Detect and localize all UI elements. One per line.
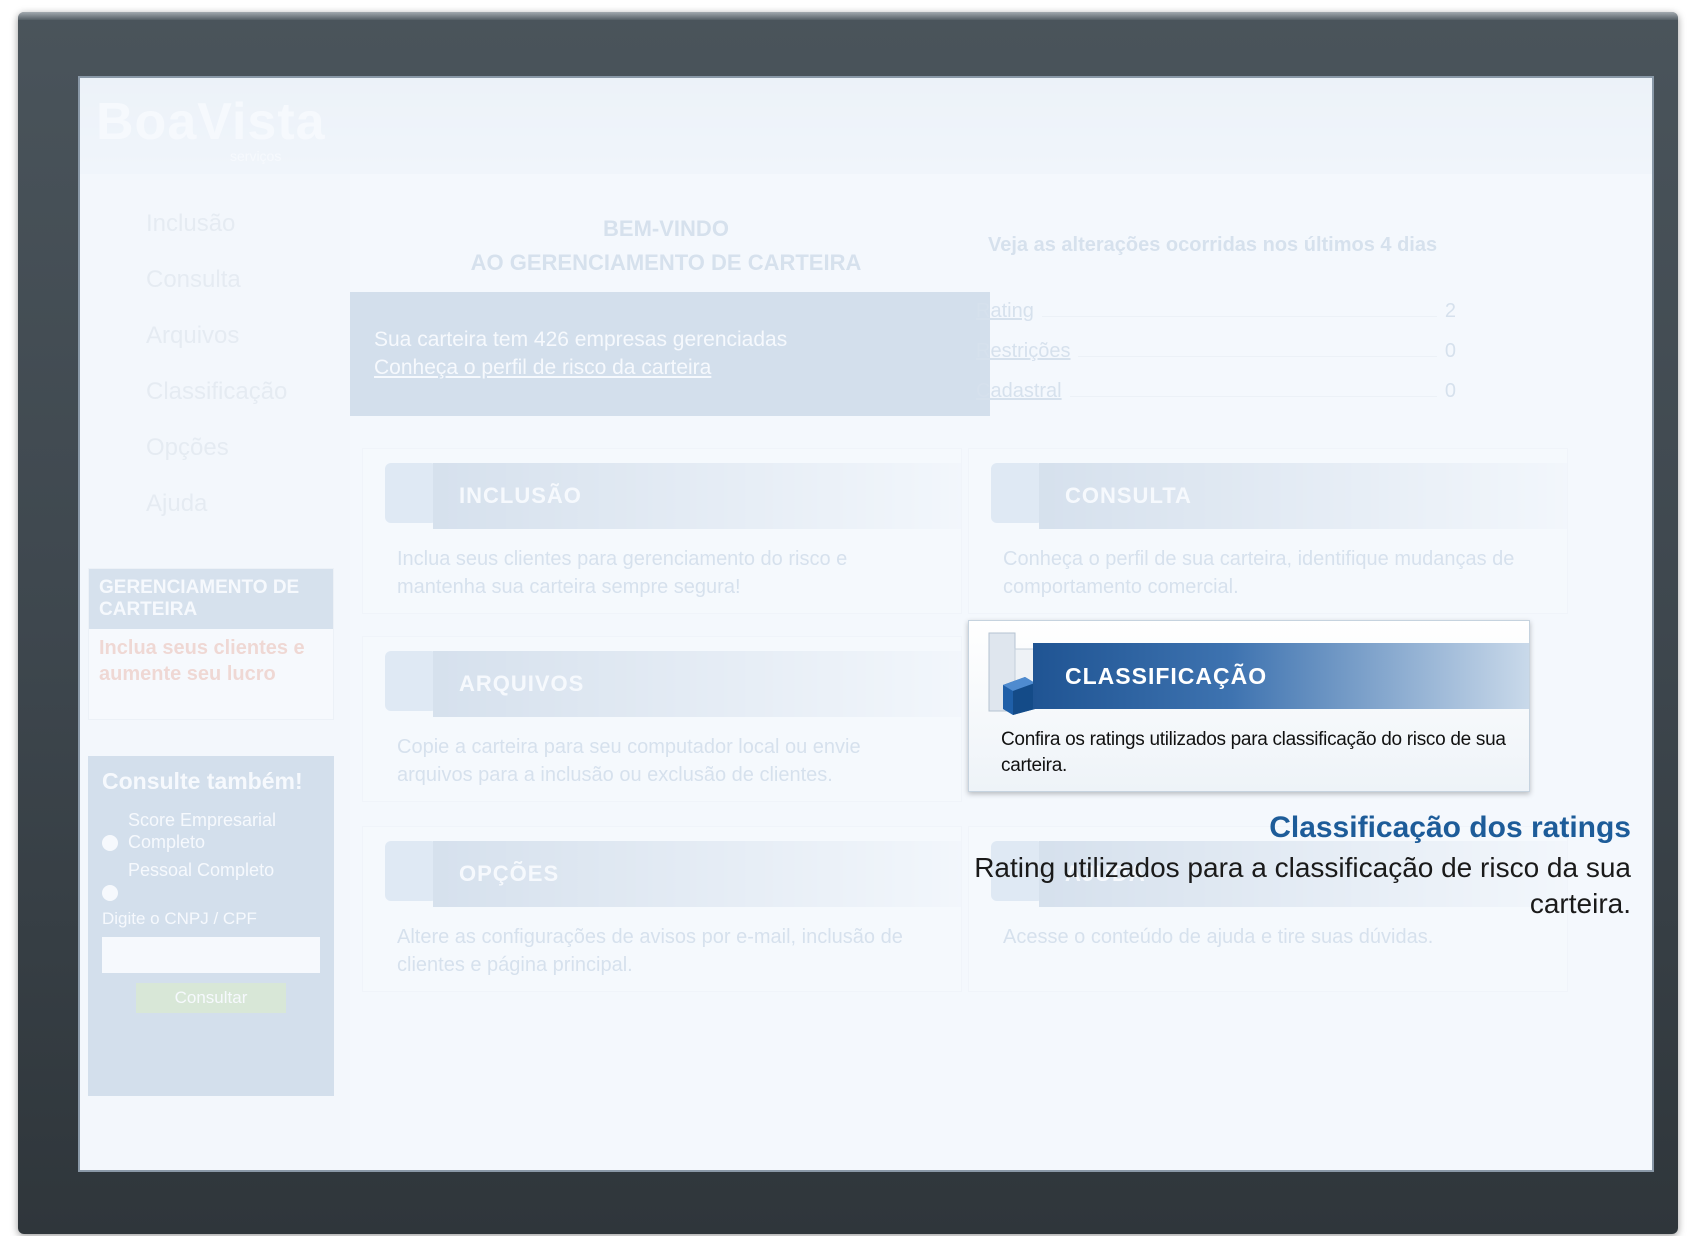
change-label[interactable]: Rating [976, 300, 1034, 323]
card-inclusao[interactable]: INCLUSÃO Inclua seus clientes para geren… [362, 448, 962, 614]
screen: BoaVista serviços Inclusão Consulta Arqu… [78, 76, 1654, 1172]
card-title: CLASSIFICAÇÃO [1033, 643, 1529, 709]
promo-box: GERENCIAMENTO DE CARTEIRA Inclua seus cl… [88, 568, 334, 720]
callout: Classificação dos ratings Rating utiliza… [941, 810, 1631, 922]
cnpj-label: Digite o CNPJ / CPF [102, 909, 257, 928]
card-text: Conheça o perfil de sua carteira, identi… [1003, 548, 1515, 598]
sidebar-item-opcoes[interactable]: Opções [146, 434, 229, 462]
welcome-line2: AO GERENCIAMENTO DE CARTEIRA [470, 250, 862, 275]
folder-icon [385, 651, 437, 711]
card-title: OPÇÕES [433, 841, 961, 907]
callout-title: Classificação dos ratings [1269, 811, 1631, 844]
arrow-icon [385, 463, 437, 523]
promo-title: GERENCIAMENTO DE CARTEIRA [89, 569, 333, 629]
consultar-button[interactable]: Consultar [136, 983, 286, 1013]
card-title: ARQUIVOS [433, 651, 961, 717]
risk-profile-link[interactable]: Conheça o perfil de risco da carteira [374, 356, 711, 379]
promo-text: Inclua seus clientes e aumente seu lucro [99, 637, 305, 685]
magnifier-icon [991, 463, 1043, 523]
welcome-box: Sua carteira tem 426 empresas gerenciada… [350, 292, 990, 416]
card-text: Inclua seus clientes para gerenciamento … [397, 548, 848, 598]
option-label: Pessoal Completo [128, 860, 275, 880]
card-arquivos[interactable]: ARQUIVOS Copie a carteira para seu compu… [362, 636, 962, 802]
change-row-restricoes[interactable]: Restrições 0 [976, 340, 1456, 363]
card-title: INCLUSÃO [433, 463, 961, 529]
change-count: 0 [1444, 340, 1456, 362]
cnpj-input[interactable] [102, 937, 320, 973]
radio-icon[interactable] [102, 885, 118, 901]
card-text: Acesse o conteúdo de ajuda e tire suas d… [1003, 926, 1434, 948]
sidebar-item-ajuda[interactable]: Ajuda [146, 490, 207, 518]
portfolio-count: Sua carteira tem 426 empresas gerenciada… [374, 328, 788, 351]
logo: BoaVista [96, 93, 326, 151]
card-text: Copie a carteira para seu computador loc… [397, 736, 861, 786]
sidebar-item-inclusao[interactable]: Inclusão [146, 210, 235, 238]
card-title: CONSULTA [1039, 463, 1567, 529]
option-score-empresarial[interactable]: Score Empresarial Completo [102, 809, 320, 853]
app-header: BoaVista serviços [80, 78, 1652, 174]
card-text: Confira os ratings utilizados para class… [1001, 729, 1506, 776]
logo-subtitle: serviços [230, 148, 282, 164]
frame-highlight [18, 12, 1678, 20]
tools-icon [385, 841, 437, 901]
welcome-line1: BEM-VINDO [603, 216, 729, 241]
change-row-cadastral[interactable]: Cadastral 0 [976, 380, 1456, 403]
card-consulta[interactable]: CONSULTA Conheça o perfil de sua carteir… [968, 448, 1568, 614]
change-count: 2 [1444, 300, 1456, 322]
option-label: Score Empresarial Completo [128, 810, 277, 852]
welcome-heading: BEM-VINDO AO GERENCIAMENTO DE CARTEIRA [386, 212, 946, 280]
sidebar-item-consulta[interactable]: Consulta [146, 266, 241, 294]
radio-icon[interactable] [102, 835, 118, 851]
sidebar-item-arquivos[interactable]: Arquivos [146, 322, 239, 350]
change-count: 0 [1444, 380, 1456, 402]
card-text: Altere as configurações de avisos por e-… [397, 926, 903, 976]
option-pessoal[interactable]: Pessoal Completo [102, 859, 320, 901]
card-classificacao[interactable]: CLASSIFICAÇÃO Confira os ratings utiliza… [968, 620, 1530, 792]
sidebar: Inclusão Consulta Arquivos Classificação… [80, 174, 350, 1170]
card-opcoes[interactable]: OPÇÕES Altere as configurações de avisos… [362, 826, 962, 992]
sidebar-item-classificacao[interactable]: Classificação [146, 378, 287, 406]
change-row-rating[interactable]: Rating 2 [976, 300, 1456, 323]
callout-description: Rating utilizados para a classificação d… [974, 852, 1631, 919]
change-label[interactable]: Restrições [976, 340, 1070, 363]
change-label[interactable]: Cadastral [976, 380, 1062, 403]
changes-title: Veja as alterações ocorridas nos últimos… [988, 234, 1438, 256]
consulte-box: Consulte também! Score Empresarial Compl… [88, 756, 334, 1096]
consulte-title: Consulte também! [102, 768, 303, 794]
